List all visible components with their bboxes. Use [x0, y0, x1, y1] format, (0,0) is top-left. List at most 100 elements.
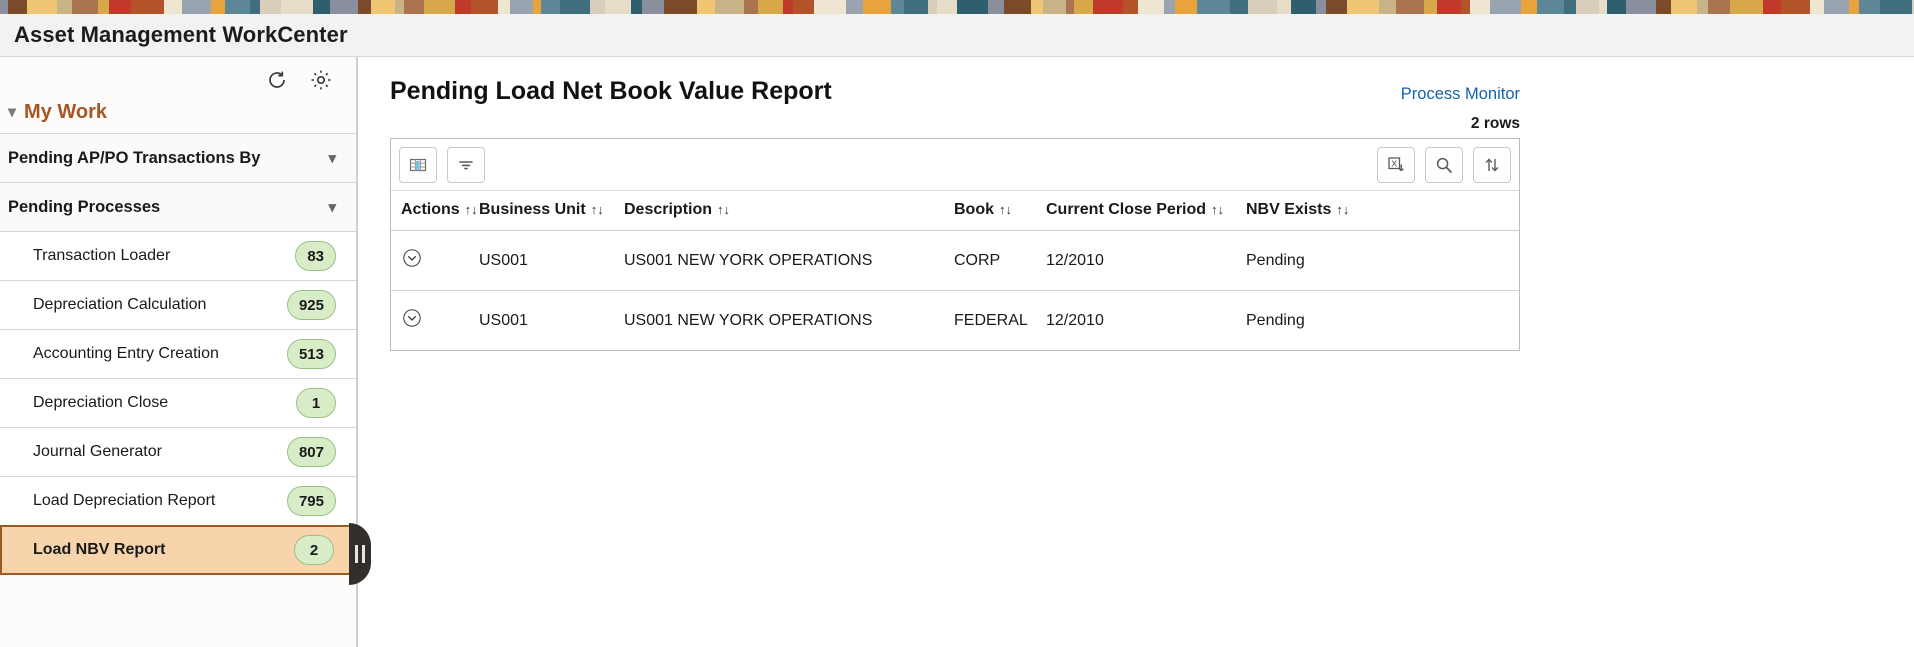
cell-actions: [391, 231, 479, 291]
sidebar-item-label: Depreciation Close: [33, 394, 168, 412]
cell-nbv-exists: Pending: [1246, 231, 1519, 291]
column-header-nbv-exists[interactable]: NBV Exists↑↓: [1246, 191, 1519, 231]
banner-stripe: [57, 0, 72, 14]
banner-stripe: [371, 0, 395, 14]
banner-stripe: [744, 0, 758, 14]
banner-stripe: [27, 0, 57, 14]
download-excel-icon[interactable]: X: [1377, 147, 1415, 183]
cell-description: US001 NEW YORK OPERATIONS: [624, 231, 954, 291]
banner-stripe: [498, 0, 510, 14]
column-header-actions[interactable]: Actions↑↓: [391, 191, 479, 231]
banner-stripe: [1347, 0, 1379, 14]
banner-stripe: [424, 0, 455, 14]
banner-stripe: [1031, 0, 1043, 14]
banner-stripe: [891, 0, 904, 14]
banner-stripe: [1781, 0, 1810, 14]
sidebar-item-depreciation-calculation[interactable]: Depreciation Calculation 925: [0, 280, 356, 330]
status-badge: 1: [296, 388, 336, 418]
sidebar-item-load-depreciation-report[interactable]: Load Depreciation Report 795: [0, 476, 356, 526]
cell-actions: [391, 291, 479, 351]
filter-icon[interactable]: [447, 147, 485, 183]
handle-bar-icon: [355, 545, 358, 563]
banner-stripe: [715, 0, 744, 14]
results-table: Actions↑↓ Business Unit↑↓ Description↑↓ …: [391, 191, 1519, 350]
sidebar-item-depreciation-close[interactable]: Depreciation Close 1: [0, 378, 356, 428]
decorative-banner: [0, 0, 1914, 14]
cell-book: FEDERAL: [954, 291, 1046, 351]
status-badge: 513: [287, 339, 336, 369]
banner-stripe: [758, 0, 783, 14]
sort-toggle-icon[interactable]: ↑↓: [999, 202, 1012, 217]
banner-stripe: [541, 0, 560, 14]
banner-stripe: [783, 0, 793, 14]
sidebar-item-accounting-entry-creation[interactable]: Accounting Entry Creation 513: [0, 329, 356, 379]
gear-icon[interactable]: [308, 67, 334, 93]
refresh-icon[interactable]: [264, 67, 290, 93]
process-monitor-link[interactable]: Process Monitor: [1401, 85, 1520, 104]
banner-stripe: [1291, 0, 1316, 14]
banner-stripe: [1470, 0, 1490, 14]
banner-stripe: [1708, 0, 1730, 14]
svg-text:X: X: [1391, 158, 1397, 168]
banner-stripe: [1763, 0, 1781, 14]
search-icon[interactable]: [1425, 147, 1463, 183]
banner-stripe: [250, 0, 260, 14]
main-header: Pending Load Net Book Value Report Proce…: [390, 77, 1520, 106]
banner-stripe: [1424, 0, 1437, 14]
cell-business-unit: US001: [479, 291, 624, 351]
sidebar-toolbar: [0, 57, 356, 95]
sidebar-item-transaction-loader[interactable]: Transaction Loader 83: [0, 231, 356, 281]
banner-stripe: [1248, 0, 1277, 14]
status-badge: 925: [287, 290, 336, 320]
column-header-book[interactable]: Book↑↓: [954, 191, 1046, 231]
banner-stripe: [1824, 0, 1849, 14]
banner-stripe: [631, 0, 642, 14]
chevron-down-icon: ▾: [8, 105, 16, 121]
sidebar-section-label: Pending AP/PO Transactions By: [8, 149, 260, 168]
column-label: Description: [624, 201, 712, 218]
results-grid: X: [390, 138, 1520, 351]
grid-chart-icon[interactable]: [399, 147, 437, 183]
sidebar-section-pending-ap-po[interactable]: Pending AP/PO Transactions By ▾: [0, 133, 356, 183]
sidebar-item-label: Load Depreciation Report: [33, 492, 215, 510]
sort-icon[interactable]: [1473, 147, 1511, 183]
sidebar-section-label: Pending Processes: [8, 198, 160, 217]
status-badge: 795: [287, 486, 336, 516]
banner-stripe: [8, 0, 27, 14]
banner-stripe: [605, 0, 631, 14]
cell-description: US001 NEW YORK OPERATIONS: [624, 291, 954, 351]
banner-stripe: [72, 0, 98, 14]
banner-stripe: [1599, 0, 1607, 14]
table-row: US001 US001 NEW YORK OPERATIONS FEDERAL …: [391, 291, 1519, 351]
sidebar-item-label: Journal Generator: [33, 443, 162, 461]
banner-stripe: [590, 0, 605, 14]
sidebar-section-pending-processes[interactable]: Pending Processes ▾: [0, 182, 356, 232]
banner-stripe: [1230, 0, 1248, 14]
sidebar-group-header[interactable]: ▾ My Work: [0, 95, 356, 134]
sort-toggle-icon[interactable]: ↑↓: [717, 202, 730, 217]
banner-stripe: [988, 0, 1004, 14]
banner-stripe: [182, 0, 211, 14]
chevron-down-circle-icon[interactable]: [401, 247, 423, 269]
banner-stripe: [404, 0, 424, 14]
banner-stripe: [1396, 0, 1424, 14]
banner-stripe: [1671, 0, 1697, 14]
sort-toggle-icon[interactable]: ↑↓: [1211, 202, 1224, 217]
chevron-down-circle-icon[interactable]: [401, 307, 423, 329]
sidebar: ▾ My Work Pending AP/PO Transactions By …: [0, 57, 358, 647]
column-header-current-close-period[interactable]: Current Close Period↑↓: [1046, 191, 1246, 231]
sidebar-item-load-nbv-report[interactable]: Load NBV Report 2: [0, 525, 356, 575]
column-header-business-unit[interactable]: Business Unit ↑↓: [479, 191, 624, 231]
banner-stripe: [846, 0, 863, 14]
sidebar-item-journal-generator[interactable]: Journal Generator 807: [0, 427, 356, 477]
banner-stripe: [1521, 0, 1537, 14]
sort-toggle-icon[interactable]: ↑↓: [465, 202, 478, 217]
column-header-description[interactable]: Description ↑↓: [624, 191, 954, 231]
cell-current-close-period: 12/2010: [1046, 231, 1246, 291]
sort-toggle-icon[interactable]: ↑↓: [591, 202, 604, 217]
banner-stripe: [1175, 0, 1197, 14]
sort-toggle-icon[interactable]: ↑↓: [1336, 202, 1349, 217]
sidebar-item-label: Load NBV Report: [33, 541, 165, 559]
column-label: Business Unit: [479, 201, 586, 218]
banner-stripe: [697, 0, 715, 14]
